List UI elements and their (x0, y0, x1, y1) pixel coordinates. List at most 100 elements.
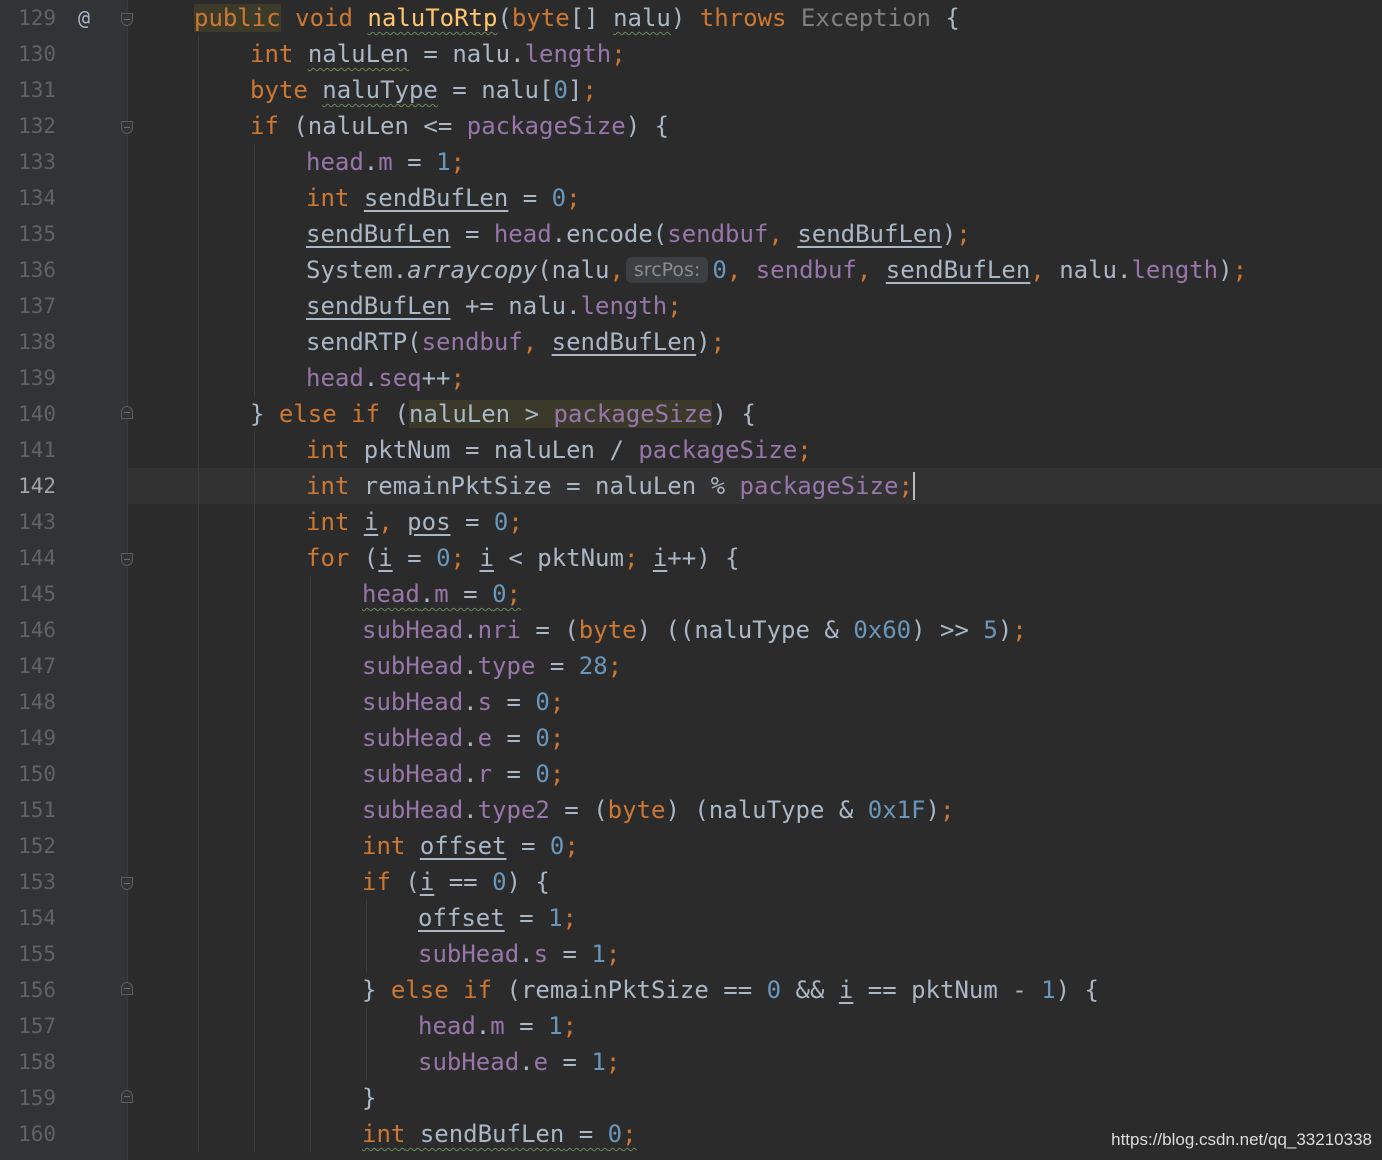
code-line[interactable]: 152 int offset = 0; (0, 828, 1382, 864)
indent-guide (198, 180, 199, 216)
fold-marker-icon[interactable] (121, 1090, 133, 1103)
code-line[interactable]: 148 subHead.s = 0; (0, 684, 1382, 720)
code-text: subHead.e = 0; (362, 724, 565, 752)
indent-guide (198, 828, 199, 864)
fold-marker-icon[interactable] (121, 406, 133, 419)
line-number: 141 (18, 438, 56, 462)
indent-guide (254, 468, 255, 504)
line-number: 151 (18, 798, 56, 822)
indent-guide (198, 72, 199, 108)
code-text: } else if (remainPktSize == 0 && i == pk… (362, 976, 1099, 1004)
line-number: 136 (18, 258, 56, 282)
line-number: 153 (18, 870, 56, 894)
indent-guide (254, 828, 255, 864)
indent-guide (254, 1044, 255, 1080)
code-text: subHead.type = 28; (362, 652, 623, 680)
line-number: 159 (18, 1086, 56, 1110)
code-line[interactable]: 143 int i, pos = 0; (0, 504, 1382, 540)
indent-guide (310, 936, 311, 972)
code-line[interactable]: 130 int naluLen = nalu.length; (0, 36, 1382, 72)
code-line[interactable]: 136 System.arraycopy(nalu, srcPos: 0, send… (0, 252, 1382, 288)
code-text: } else if (naluLen > packageSize) { (250, 400, 756, 428)
code-line[interactable]: 151 subHead.type2 = (byte) (naluType & 0… (0, 792, 1382, 828)
override-marker-icon[interactable]: @ (78, 0, 90, 36)
code-text: int i, pos = 0; (306, 508, 523, 536)
code-line[interactable]: 156 } else if (remainPktSize == 0 && i =… (0, 972, 1382, 1008)
fold-marker-icon[interactable] (121, 13, 133, 26)
code-line[interactable]: 154 offset = 1; (0, 900, 1382, 936)
indent-guide (254, 252, 255, 288)
fold-marker-icon[interactable] (121, 121, 133, 134)
line-number: 150 (18, 762, 56, 786)
line-number: 139 (18, 366, 56, 390)
indent-guide (254, 864, 255, 900)
code-line[interactable]: 146 subHead.nri = (byte) ((naluType & 0x… (0, 612, 1382, 648)
code-line[interactable]: 131 byte naluType = nalu[0]; (0, 72, 1382, 108)
indent-guide (254, 180, 255, 216)
code-line[interactable]: 135 sendBufLen = head.encode(sendbuf, se… (0, 216, 1382, 252)
indent-guide (198, 900, 199, 936)
text-cursor (912, 472, 915, 500)
indent-guide (254, 432, 255, 468)
code-line[interactable]: 139 head.seq++; (0, 360, 1382, 396)
indent-guide (254, 792, 255, 828)
indent-guide (310, 864, 311, 900)
code-line[interactable]: 141 int pktNum = naluLen / packageSize; (0, 432, 1382, 468)
line-number: 146 (18, 618, 56, 642)
code-text: if (naluLen <= packageSize) { (250, 112, 670, 140)
code-text: for (i = 0; i < pktNum; i++) { (306, 544, 740, 572)
fold-marker-icon[interactable] (121, 553, 133, 566)
indent-guide (198, 504, 199, 540)
indent-guide (198, 36, 199, 72)
code-line[interactable]: 150 subHead.r = 0; (0, 756, 1382, 792)
indent-guide (254, 360, 255, 396)
code-line[interactable]: 149 subHead.e = 0; (0, 720, 1382, 756)
indent-guide (254, 612, 255, 648)
fold-marker-icon[interactable] (121, 982, 133, 995)
watermark-url: https://blog.csdn.net/qq_33210338 (1111, 1130, 1372, 1149)
code-line[interactable]: 147 subHead.type = 28; (0, 648, 1382, 684)
code-text: head.seq++; (306, 364, 465, 392)
indent-guide (310, 828, 311, 864)
code-text: sendBufLen += nalu.length; (306, 292, 682, 320)
code-line[interactable]: 137 sendBufLen += nalu.length; (0, 288, 1382, 324)
code-line[interactable]: 155 subHead.s = 1; (0, 936, 1382, 972)
code-line[interactable]: 138 sendRTP(sendbuf, sendBufLen); (0, 324, 1382, 360)
indent-guide (198, 108, 199, 144)
code-line[interactable]: 157 head.m = 1; (0, 1008, 1382, 1044)
code-line-current[interactable]: 142 int remainPktSize = naluLen % packag… (0, 468, 1382, 504)
line-number: 132 (18, 114, 56, 138)
code-text: head.m = 1; (306, 148, 465, 176)
indent-guide (198, 252, 199, 288)
code-editor[interactable]: 129 @ public void naluToRtp(byte[] nalu)… (0, 0, 1382, 1160)
code-line[interactable]: 144 for (i = 0; i < pktNum; i++) { (0, 540, 1382, 576)
code-line[interactable]: 153 if (i == 0) { (0, 864, 1382, 900)
line-number: 145 (18, 582, 56, 606)
fold-marker-icon[interactable] (121, 877, 133, 890)
code-line[interactable]: 129 @ public void naluToRtp(byte[] nalu)… (0, 0, 1382, 36)
indent-guide (254, 648, 255, 684)
line-number: 144 (18, 546, 56, 570)
code-line[interactable]: 140 } else if (naluLen > packageSize) { (0, 396, 1382, 432)
indent-guide (198, 360, 199, 396)
indent-guide (198, 936, 199, 972)
line-number: 157 (18, 1014, 56, 1038)
code-line[interactable]: 145 head.m = 0; (0, 576, 1382, 612)
parameter-hint: srcPos: (625, 257, 709, 283)
code-text: subHead.s = 0; (362, 688, 565, 716)
indent-guide (310, 1044, 311, 1080)
indent-guide (254, 216, 255, 252)
code-line[interactable]: 132 if (naluLen <= packageSize) { (0, 108, 1382, 144)
code-line[interactable]: 134 int sendBufLen = 0; (0, 180, 1382, 216)
line-number: 138 (18, 330, 56, 354)
indent-guide (254, 936, 255, 972)
code-line[interactable]: 159 } (0, 1080, 1382, 1116)
indent-guide (254, 504, 255, 540)
indent-guide (366, 1044, 367, 1080)
indent-guide (198, 612, 199, 648)
indent-guide (254, 324, 255, 360)
indent-guide (366, 900, 367, 936)
code-line[interactable]: 133 head.m = 1; (0, 144, 1382, 180)
code-line[interactable]: 158 subHead.e = 1; (0, 1044, 1382, 1080)
indent-guide (310, 900, 311, 936)
